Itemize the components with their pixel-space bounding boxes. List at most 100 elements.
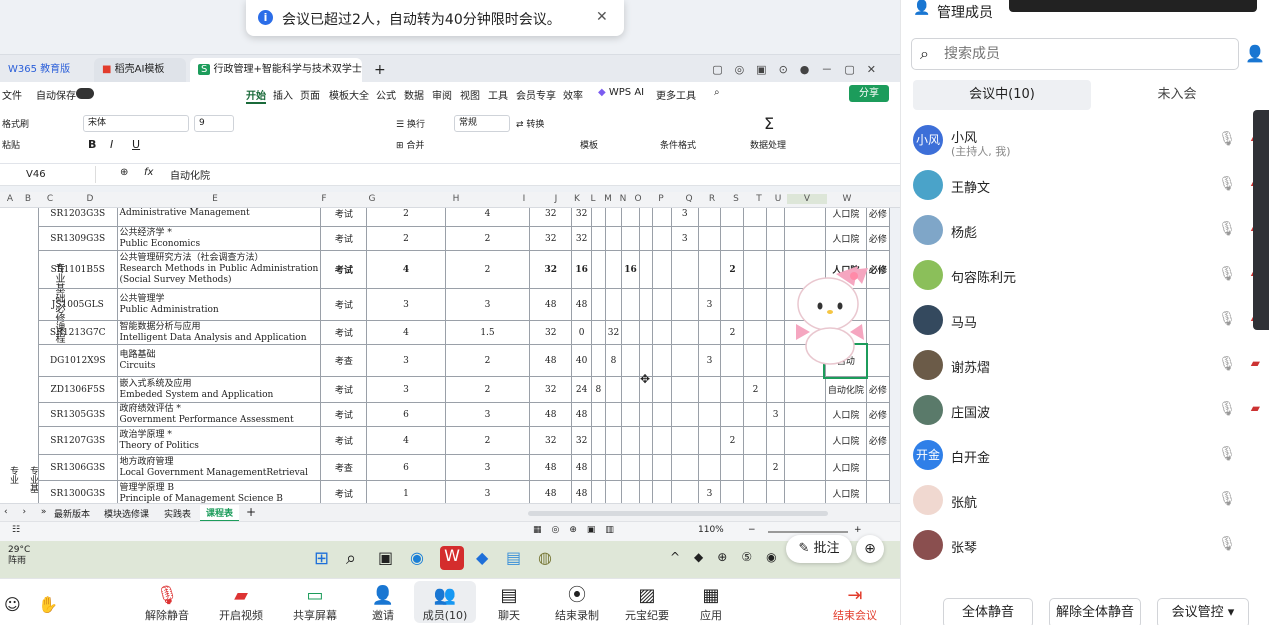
cell-w[interactable]: 必修 bbox=[865, 402, 890, 427]
meeting-app-icon[interactable]: ◆ bbox=[476, 548, 488, 567]
course-name-cell[interactable]: 政府绩效评估 * Government Performance Assessmen… bbox=[116, 402, 322, 427]
member-row[interactable]: 谢苏熠 🎙 ▰ bbox=[901, 343, 1269, 388]
app-icon[interactable]: ◍ bbox=[538, 548, 552, 567]
cell-s[interactable]: 2 bbox=[743, 376, 768, 403]
cell-q[interactable] bbox=[697, 226, 722, 251]
cell-code[interactable]: DG1012X9S bbox=[38, 344, 118, 377]
wrap-button[interactable]: ☰ 换行 bbox=[396, 117, 425, 130]
cell-t[interactable] bbox=[766, 344, 785, 377]
cell-k[interactable] bbox=[591, 426, 606, 455]
course-name-cell[interactable]: 管理学原理 B Principle of Management Science B bbox=[116, 480, 322, 503]
cell-p[interactable] bbox=[670, 402, 699, 427]
cell-l[interactable] bbox=[604, 208, 623, 227]
cell-exam[interactable]: 考试 bbox=[320, 426, 368, 455]
cell-s[interactable] bbox=[743, 402, 768, 427]
cell-code[interactable]: SR1305G3S bbox=[38, 402, 118, 427]
cell-h[interactable]: 2 bbox=[444, 426, 531, 455]
col-n[interactable]: N bbox=[616, 194, 630, 204]
convert-button[interactable]: ⇄ 转换 bbox=[516, 117, 544, 130]
cell-r[interactable] bbox=[720, 288, 745, 321]
member-row[interactable]: 庄国波 🎙 ▰ bbox=[901, 388, 1269, 433]
menu-file[interactable]: 文件 bbox=[2, 87, 22, 102]
unmute-all-button[interactable]: 解除全体静音 bbox=[1049, 598, 1141, 625]
chat-button[interactable]: ▤ 聊天 bbox=[474, 585, 544, 623]
cell-o[interactable] bbox=[652, 226, 672, 251]
cell-code[interactable]: SR1101B5S bbox=[38, 250, 118, 289]
cell-h[interactable]: 3 bbox=[444, 402, 531, 427]
tab-not-joined[interactable]: 未入会 bbox=[1091, 80, 1263, 110]
template-button[interactable]: 模板 bbox=[580, 138, 598, 151]
col-q[interactable]: Q bbox=[682, 194, 696, 204]
bold-button[interactable]: B bbox=[88, 138, 96, 151]
cell-o[interactable] bbox=[652, 250, 672, 289]
mute-all-button[interactable]: 全体静音 bbox=[943, 598, 1033, 625]
sheet-tab[interactable]: 模块选修课 bbox=[104, 507, 149, 520]
cell-exam[interactable]: 考查 bbox=[320, 344, 368, 377]
cell-i[interactable]: 32 bbox=[529, 226, 573, 251]
cell-s[interactable] bbox=[743, 426, 768, 455]
cell-p[interactable] bbox=[670, 250, 699, 289]
menu-more-tools[interactable]: 更多工具 bbox=[656, 87, 696, 102]
cell-o[interactable] bbox=[652, 376, 672, 403]
col-e[interactable]: E bbox=[205, 194, 225, 204]
yuanbao-notes-button[interactable]: ▨ 元宝纪要 bbox=[612, 585, 682, 623]
cell-v[interactable]: 人口院 bbox=[824, 480, 867, 503]
course-name-cell[interactable]: 政治学原理 * Theory of Politics bbox=[116, 426, 322, 455]
new-tab-button[interactable]: + bbox=[366, 58, 396, 82]
cell-s[interactable] bbox=[743, 288, 768, 321]
weather-widget[interactable]: 29°C 阵雨 bbox=[8, 545, 30, 567]
cell-k[interactable] bbox=[591, 320, 606, 345]
cell-v[interactable]: 人口院 bbox=[824, 208, 867, 227]
col-r[interactable]: R bbox=[705, 194, 719, 204]
cell-m[interactable] bbox=[621, 320, 640, 345]
sheet-nav-icons[interactable]: ‹ › » bbox=[4, 507, 52, 517]
end-meeting-button[interactable]: ⇥ 结束会议 bbox=[820, 585, 890, 623]
add-sheet-icon[interactable]: + bbox=[246, 505, 256, 519]
cell-p[interactable]: 3 bbox=[670, 208, 699, 227]
col-w[interactable]: W bbox=[840, 194, 854, 204]
unmute-button[interactable]: 🎙 解除静音 bbox=[132, 585, 202, 623]
cell-j[interactable]: 0 bbox=[571, 320, 593, 345]
cell-o[interactable] bbox=[652, 426, 672, 455]
col-k[interactable]: K bbox=[570, 194, 584, 204]
cell-s[interactable] bbox=[743, 226, 768, 251]
fx-icon[interactable]: fx bbox=[144, 167, 153, 178]
menu-insert[interactable]: 插入 bbox=[273, 87, 293, 102]
cell-r[interactable]: 2 bbox=[720, 320, 745, 345]
member-row[interactable]: 小风小风(主持人, 我)🎙▰ bbox=[901, 118, 1269, 163]
mic-muted-icon[interactable]: 🎙 bbox=[1218, 176, 1236, 192]
search-taskbar-icon[interactable]: ⌕ bbox=[346, 548, 356, 569]
cell-g[interactable]: 3 bbox=[366, 344, 446, 377]
cell-v[interactable]: 人口院 bbox=[824, 426, 867, 455]
menu-efficiency[interactable]: 效率 bbox=[563, 87, 583, 102]
cell-q[interactable] bbox=[697, 376, 722, 403]
paste-button[interactable]: 粘贴 bbox=[2, 138, 20, 151]
cell-t[interactable] bbox=[766, 208, 785, 227]
cell-h[interactable]: 3 bbox=[444, 480, 531, 503]
cell-exam[interactable]: 考试 bbox=[320, 226, 368, 251]
cell-n[interactable] bbox=[638, 208, 654, 227]
cell-reference-box[interactable]: V46 bbox=[0, 166, 96, 183]
search-icon[interactable]: ⌕ bbox=[714, 87, 720, 98]
member-row[interactable]: 句容陈利元🎙▰ bbox=[901, 253, 1269, 298]
wps-ai-menu[interactable]: ◆ WPS AI bbox=[598, 87, 644, 98]
cell-r[interactable] bbox=[720, 454, 745, 481]
cell-w[interactable] bbox=[865, 480, 890, 503]
toast-close-icon[interactable]: ✕ bbox=[596, 9, 608, 25]
tab-in-meeting[interactable]: 会议中(10) bbox=[913, 80, 1091, 110]
cell-p[interactable]: 3 bbox=[670, 226, 699, 251]
cell-w[interactable]: 必修 bbox=[865, 426, 890, 455]
col-j[interactable]: J bbox=[549, 194, 563, 204]
tab-course-sheet[interactable]: S 行政管理+智能科学与技术双学士 ✕ bbox=[190, 58, 362, 82]
cell-u[interactable] bbox=[783, 454, 826, 481]
mic-muted-icon[interactable]: 🎙 bbox=[1218, 221, 1236, 237]
sum-icon[interactable]: Σ bbox=[764, 114, 774, 133]
cell-n[interactable] bbox=[638, 480, 654, 503]
cell-exam[interactable]: 考试 bbox=[320, 208, 368, 227]
cell-t[interactable]: 3 bbox=[766, 402, 785, 427]
view-mode-icons[interactable]: ▦◎⊕▣▥ bbox=[533, 525, 624, 535]
cell-g[interactable]: 2 bbox=[366, 208, 446, 227]
cell-q[interactable]: 3 bbox=[697, 480, 722, 503]
cell-p[interactable] bbox=[670, 288, 699, 321]
mic-muted-icon[interactable]: 🎙 bbox=[1218, 311, 1236, 327]
